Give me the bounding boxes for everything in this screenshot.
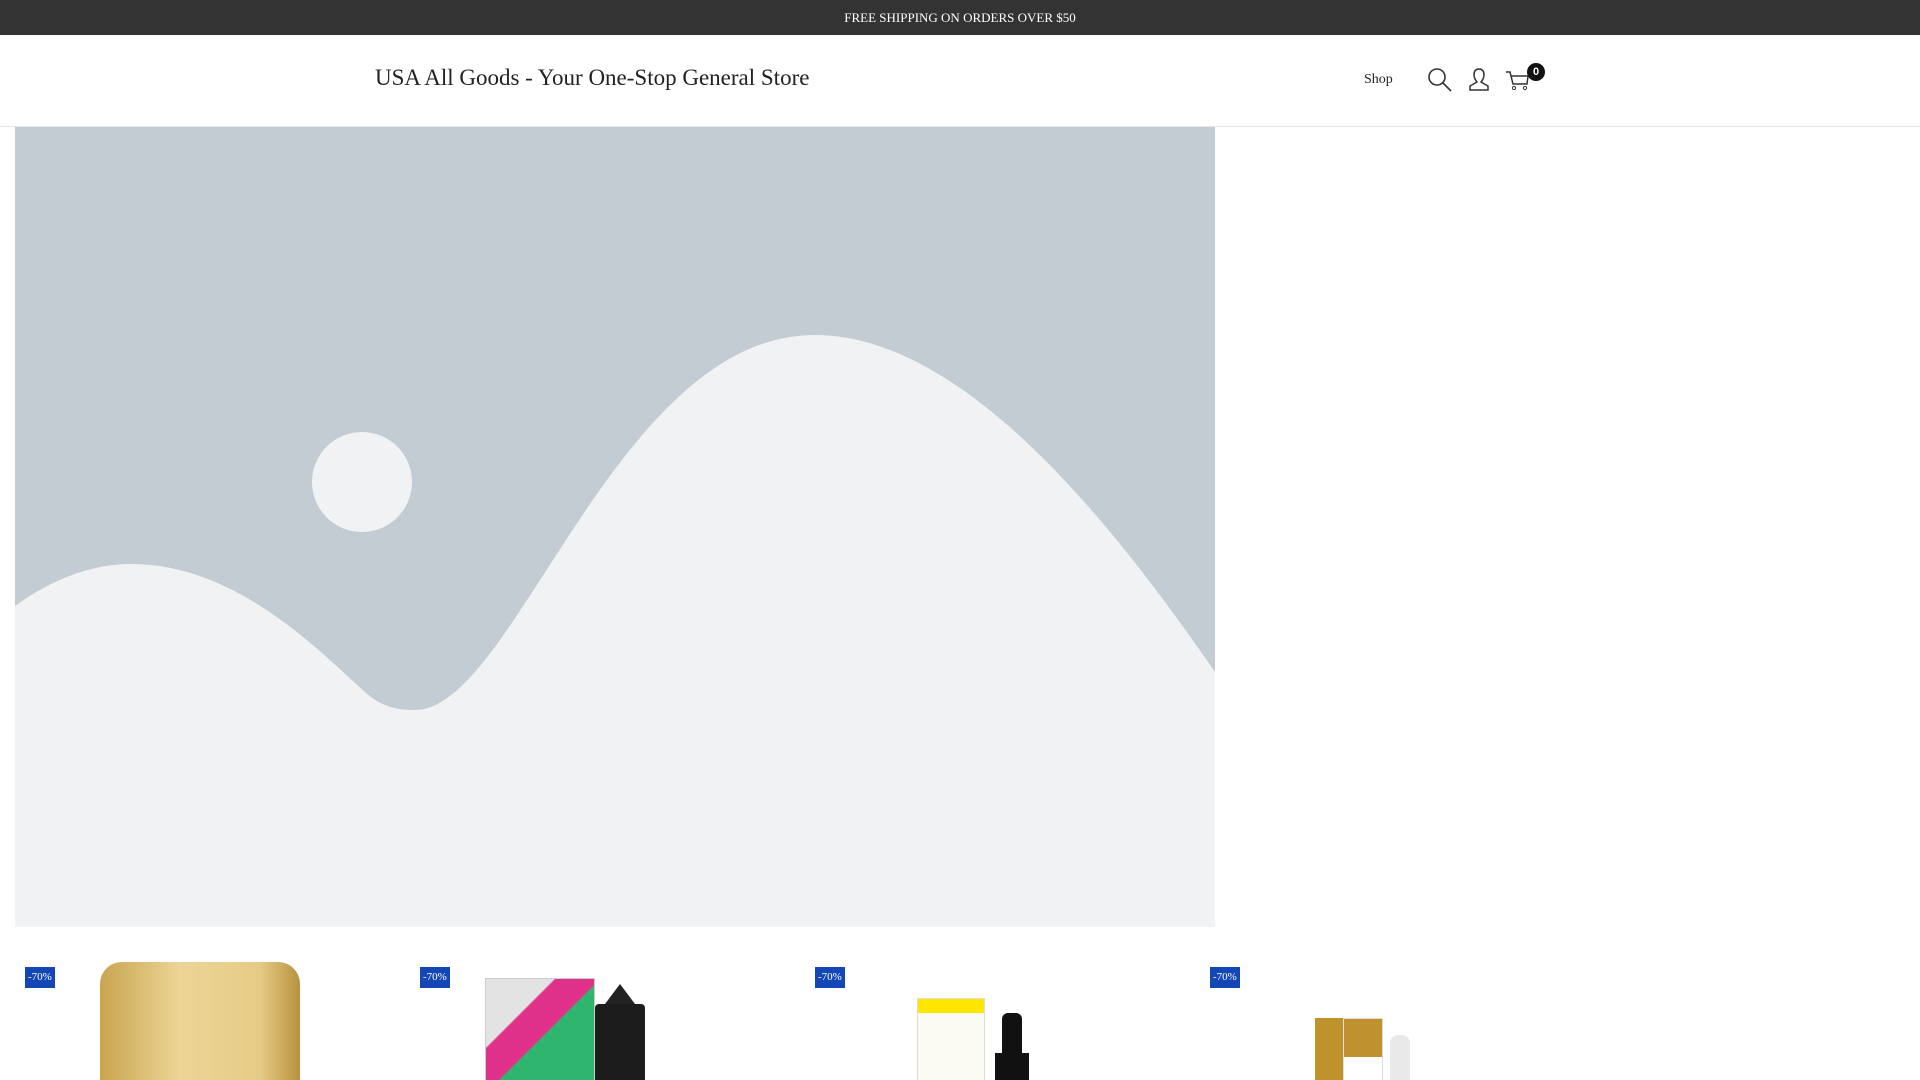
- sale-badge: -70%: [25, 967, 55, 988]
- image-placeholder-icon: [15, 335, 1215, 927]
- hero-placeholder-image: [15, 127, 1215, 927]
- sale-badge: -70%: [420, 967, 450, 988]
- announcement-text: FREE SHIPPING ON ORDERS OVER $50: [844, 10, 1076, 25]
- search-icon[interactable]: [1426, 66, 1454, 94]
- product-image-lighter[interactable]: [100, 962, 300, 1080]
- product-card[interactable]: -70%: [805, 950, 1200, 1080]
- product-image-juice-head[interactable]: [485, 978, 595, 1080]
- nav-shop-link[interactable]: Shop: [1364, 72, 1393, 88]
- product-image-bottle: [595, 1004, 645, 1080]
- product-card[interactable]: -70%: [410, 950, 805, 1080]
- product-image-box: [1343, 1018, 1383, 1080]
- site-header: USA All Goods - Your One-Stop General St…: [0, 35, 1920, 127]
- announcement-bar: FREE SHIPPING ON ORDERS OVER $50: [0, 0, 1920, 35]
- site-title-link[interactable]: USA All Goods - Your One-Stop General St…: [375, 65, 809, 91]
- product-image-pure-mist[interactable]: [1315, 1018, 1343, 1080]
- sale-badge: -70%: [815, 967, 845, 988]
- product-image-bottle: [1390, 1035, 1410, 1080]
- product-image-daintys[interactable]: [917, 998, 985, 1080]
- product-image-bottle-cap: [605, 984, 635, 1004]
- user-icon[interactable]: [1465, 66, 1493, 94]
- product-card[interactable]: -70%: [1200, 950, 1595, 1080]
- product-card[interactable]: -70%: [15, 950, 410, 1080]
- product-image-bottle: [995, 1053, 1029, 1080]
- cart-count-badge: 0: [1527, 63, 1545, 81]
- sale-badge: -70%: [1210, 967, 1240, 988]
